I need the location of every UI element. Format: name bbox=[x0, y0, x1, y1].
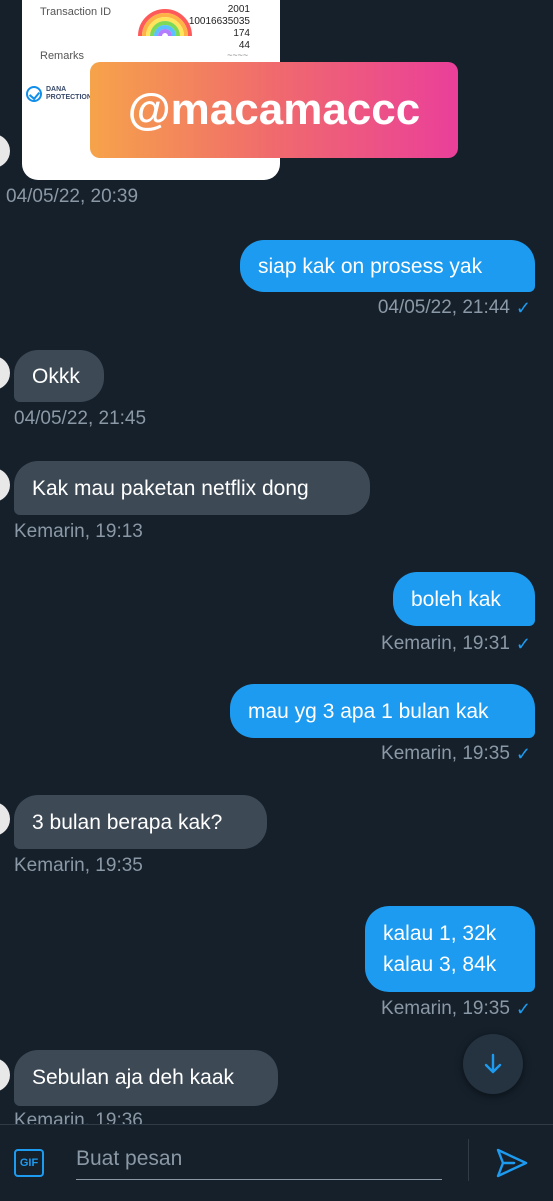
remarks-signature: ~~~~ bbox=[226, 50, 248, 60]
check-icon: ✓ bbox=[515, 998, 531, 1019]
check-icon: ✓ bbox=[515, 297, 531, 318]
sender-avatar[interactable] bbox=[0, 468, 10, 502]
username-sticker: @macamaccc bbox=[90, 62, 458, 158]
send-icon[interactable] bbox=[492, 1143, 532, 1183]
dana-label-line: PROTECTION bbox=[46, 94, 92, 101]
message-bubble-incoming[interactable]: Sebulan aja deh kaak bbox=[14, 1050, 278, 1106]
message-time: 04/05/22, 21:44 bbox=[377, 297, 510, 318]
rainbow-sticker-icon bbox=[138, 9, 192, 36]
message-bubble-incoming[interactable]: Okkk bbox=[14, 350, 104, 402]
message-bubble-outgoing[interactable]: boleh kak bbox=[393, 572, 535, 626]
sender-avatar[interactable] bbox=[0, 356, 10, 390]
dana-label: DANA PROTECTION bbox=[46, 86, 92, 102]
dana-label-line: DANA bbox=[46, 86, 67, 93]
message-time: Kemarin, 19:35 bbox=[14, 855, 143, 876]
transaction-value-line: 2001 bbox=[227, 4, 250, 15]
message-line: kalau 1, 32k bbox=[383, 922, 497, 945]
message-input[interactable] bbox=[76, 1139, 442, 1180]
message-meta: Kemarin, 19:35 ✓ bbox=[381, 998, 531, 1020]
dana-protection-badge: DANA PROTECTION bbox=[26, 86, 92, 102]
message-time: 04/05/22, 21:45 bbox=[14, 408, 147, 429]
message-bubble-outgoing[interactable]: mau yg 3 apa 1 bulan kak bbox=[230, 684, 535, 738]
transaction-value-line: 10016635035 bbox=[188, 16, 250, 27]
timestamp: 04/05/22, 20:39 bbox=[6, 186, 139, 207]
check-icon: ✓ bbox=[515, 633, 531, 654]
transaction-value-line: 174 bbox=[233, 28, 250, 39]
transaction-id-value: 2001 10016635035 174 44 bbox=[189, 4, 250, 52]
check-icon: ✓ bbox=[515, 743, 531, 764]
message-bubble-outgoing[interactable]: siap kak on prosess yak bbox=[240, 240, 535, 292]
arrow-down-icon bbox=[484, 1053, 502, 1074]
gif-button[interactable]: GIF bbox=[14, 1149, 44, 1177]
message-meta: Kemarin, 19:31 ✓ bbox=[381, 633, 531, 655]
composer-divider bbox=[468, 1139, 469, 1181]
sender-avatar[interactable] bbox=[0, 134, 10, 168]
sender-avatar[interactable] bbox=[0, 1058, 10, 1092]
transaction-id-label: Transaction ID bbox=[40, 6, 112, 18]
dana-shield-icon bbox=[26, 86, 42, 102]
message-bubble-incoming[interactable]: Kak mau paketan netflix dong bbox=[14, 461, 370, 515]
message-meta: 04/05/22, 21:44 ✓ bbox=[378, 297, 531, 319]
message-time: Kemarin, 19:35 bbox=[381, 743, 510, 764]
message-bubble-outgoing[interactable]: kalau 1, 32k kalau 3, 84k bbox=[365, 906, 535, 992]
message-composer: GIF bbox=[0, 1124, 553, 1201]
message-time: Kemarin, 19:35 bbox=[381, 998, 510, 1019]
message-bubble-incoming[interactable]: 3 bulan berapa kak? bbox=[14, 795, 267, 849]
remarks-label: Remarks bbox=[40, 50, 85, 62]
message-time: Kemarin, 19:13 bbox=[14, 521, 143, 542]
message-time: Kemarin, 19:31 bbox=[381, 633, 510, 654]
sender-avatar[interactable] bbox=[0, 802, 10, 836]
message-line: kalau 3, 84k bbox=[383, 953, 497, 976]
message-meta: Kemarin, 19:35 ✓ bbox=[381, 743, 531, 765]
scroll-to-bottom-button[interactable] bbox=[463, 1034, 523, 1094]
